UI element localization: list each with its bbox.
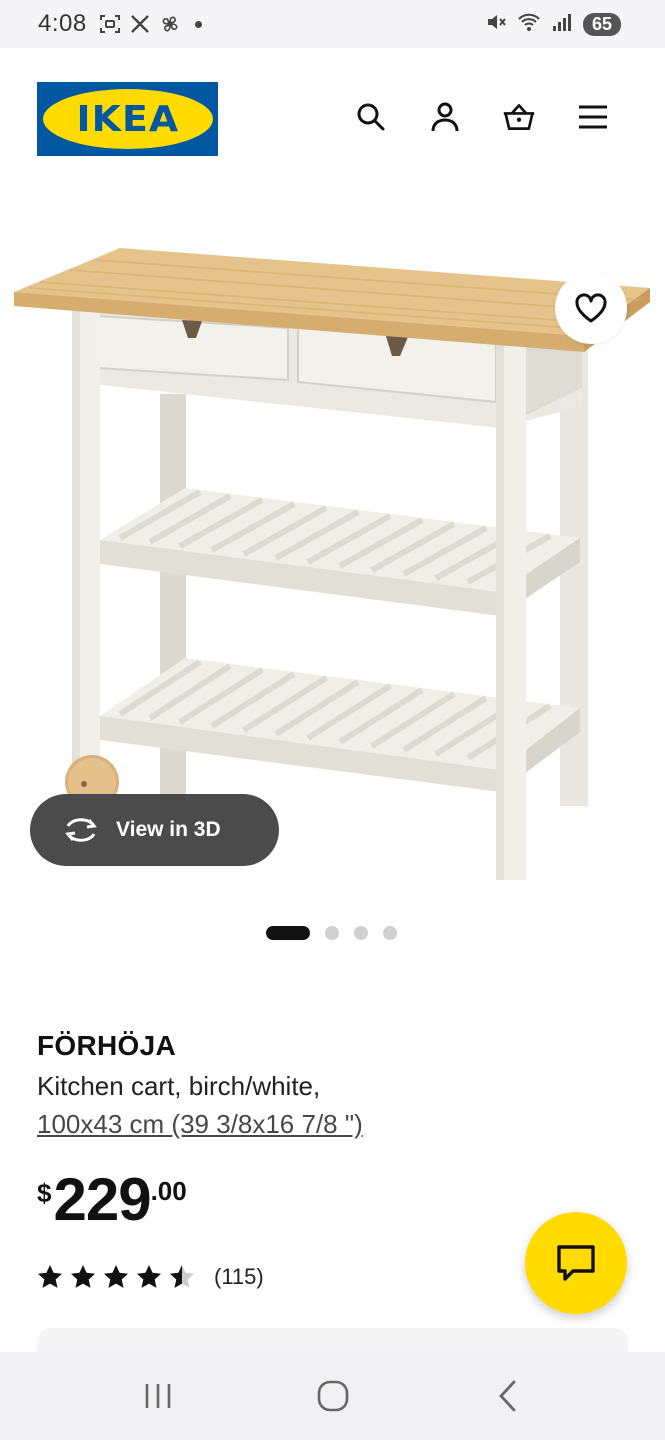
pager-dot[interactable]	[383, 926, 397, 940]
star-full-icon	[71, 1265, 95, 1288]
menu-icon[interactable]	[576, 100, 610, 134]
site-header: IKEA	[0, 48, 665, 188]
chat-icon	[557, 1245, 595, 1281]
ikea-logo[interactable]: IKEA	[37, 82, 218, 156]
logo-oval: IKEA	[42, 89, 213, 149]
star-full-icon	[104, 1265, 128, 1288]
account-icon[interactable]	[428, 100, 462, 134]
price-integer: 229	[53, 1166, 151, 1233]
view-in-3d-label: View in 3D	[116, 818, 221, 841]
x-icon	[129, 13, 151, 35]
product-gallery[interactable]: View in 3D	[0, 188, 665, 908]
screenshot-icon	[99, 13, 121, 35]
star-full-icon	[38, 1265, 62, 1288]
status-time: 4:08	[38, 10, 87, 37]
pager-dot-active[interactable]	[266, 926, 310, 940]
product-description: Kitchen cart, birch/white, 100x43 cm (39…	[37, 1067, 363, 1143]
product-rating[interactable]: (115)	[37, 1264, 264, 1290]
recents-icon[interactable]	[128, 1366, 188, 1426]
mute-icon	[485, 11, 507, 38]
heart-icon	[575, 293, 607, 323]
header-actions	[354, 100, 610, 134]
view-in-3d-button[interactable]: View in 3D	[30, 794, 279, 866]
price-currency: $	[37, 1178, 52, 1208]
status-bar: 4:08 65	[0, 0, 665, 48]
star-full-icon	[137, 1265, 161, 1288]
status-icons-right: 65	[485, 0, 621, 48]
logo-text: IKEA	[76, 98, 179, 140]
search-icon[interactable]	[354, 100, 388, 134]
rating-count: (115)	[214, 1264, 264, 1289]
wifi-icon	[517, 11, 541, 38]
notification-dot	[194, 20, 202, 28]
star-half-icon	[170, 1265, 194, 1288]
cart-icon[interactable]	[502, 100, 536, 134]
product-name: FÖRHÖJA	[37, 1030, 176, 1061]
battery-indicator: 65	[583, 12, 621, 36]
product-price: $ 229 .00	[37, 1168, 187, 1232]
chat-button[interactable]	[525, 1212, 627, 1314]
signal-icon	[551, 11, 573, 38]
status-icons-left	[99, 13, 202, 35]
image-pager	[266, 926, 397, 940]
rotate-3d-icon	[65, 818, 97, 842]
product-measurements-link[interactable]: 100x43 cm (39 3/8x16 7/8 ")	[37, 1105, 363, 1143]
price-decimal: .00	[150, 1176, 187, 1206]
system-nav-bar	[0, 1352, 665, 1440]
home-icon[interactable]	[303, 1366, 363, 1426]
fan-icon	[159, 13, 181, 35]
favorite-button[interactable]	[555, 272, 627, 344]
back-icon[interactable]	[478, 1366, 538, 1426]
product-type: Kitchen cart, birch/white,	[37, 1071, 321, 1101]
pager-dot[interactable]	[325, 926, 339, 940]
pager-dot[interactable]	[354, 926, 368, 940]
